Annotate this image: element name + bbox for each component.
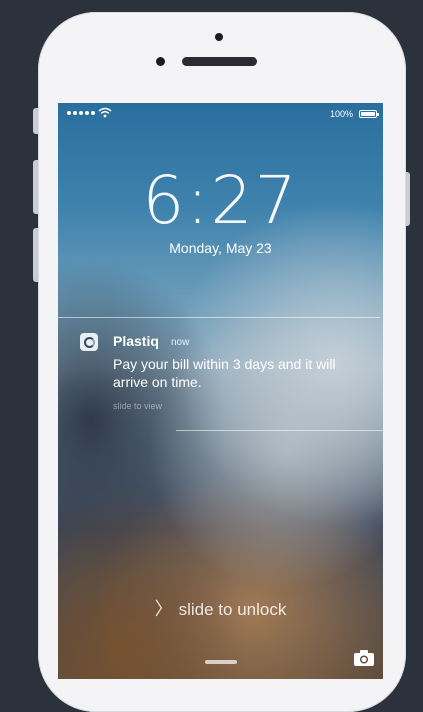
chevron-right-icon: 〉 bbox=[154, 599, 173, 619]
divider bbox=[176, 430, 383, 431]
wifi-icon bbox=[98, 107, 112, 118]
proximity-sensor bbox=[215, 33, 223, 41]
earpiece-speaker bbox=[182, 57, 257, 66]
camera-icon[interactable] bbox=[353, 649, 375, 667]
battery-icon bbox=[359, 110, 379, 118]
lock-clock: 6:27 bbox=[142, 162, 299, 239]
status-bar: 100% bbox=[58, 103, 383, 125]
notification-app-name: Plastiq bbox=[113, 333, 159, 349]
lock-screen: 100% 6:27 Monday, May 23 Plastiq now Pay… bbox=[58, 103, 383, 679]
plastiq-app-icon bbox=[80, 333, 98, 351]
front-camera bbox=[156, 57, 165, 66]
signal-strength-icon bbox=[67, 111, 95, 115]
lock-date: Monday, May 23 bbox=[169, 240, 272, 256]
notification-time: now bbox=[171, 337, 190, 348]
control-center-grabber[interactable] bbox=[205, 660, 237, 664]
battery-percentage: 100% bbox=[329, 109, 353, 119]
divider bbox=[58, 317, 380, 318]
slide-to-unlock[interactable]: 〉 slide to unlock bbox=[58, 595, 383, 621]
notification-slide-hint[interactable]: slide to view bbox=[113, 401, 162, 411]
notification-message: Pay your bill within 3 days and it will … bbox=[113, 356, 336, 390]
unlock-label: slide to unlock bbox=[178, 600, 287, 619]
